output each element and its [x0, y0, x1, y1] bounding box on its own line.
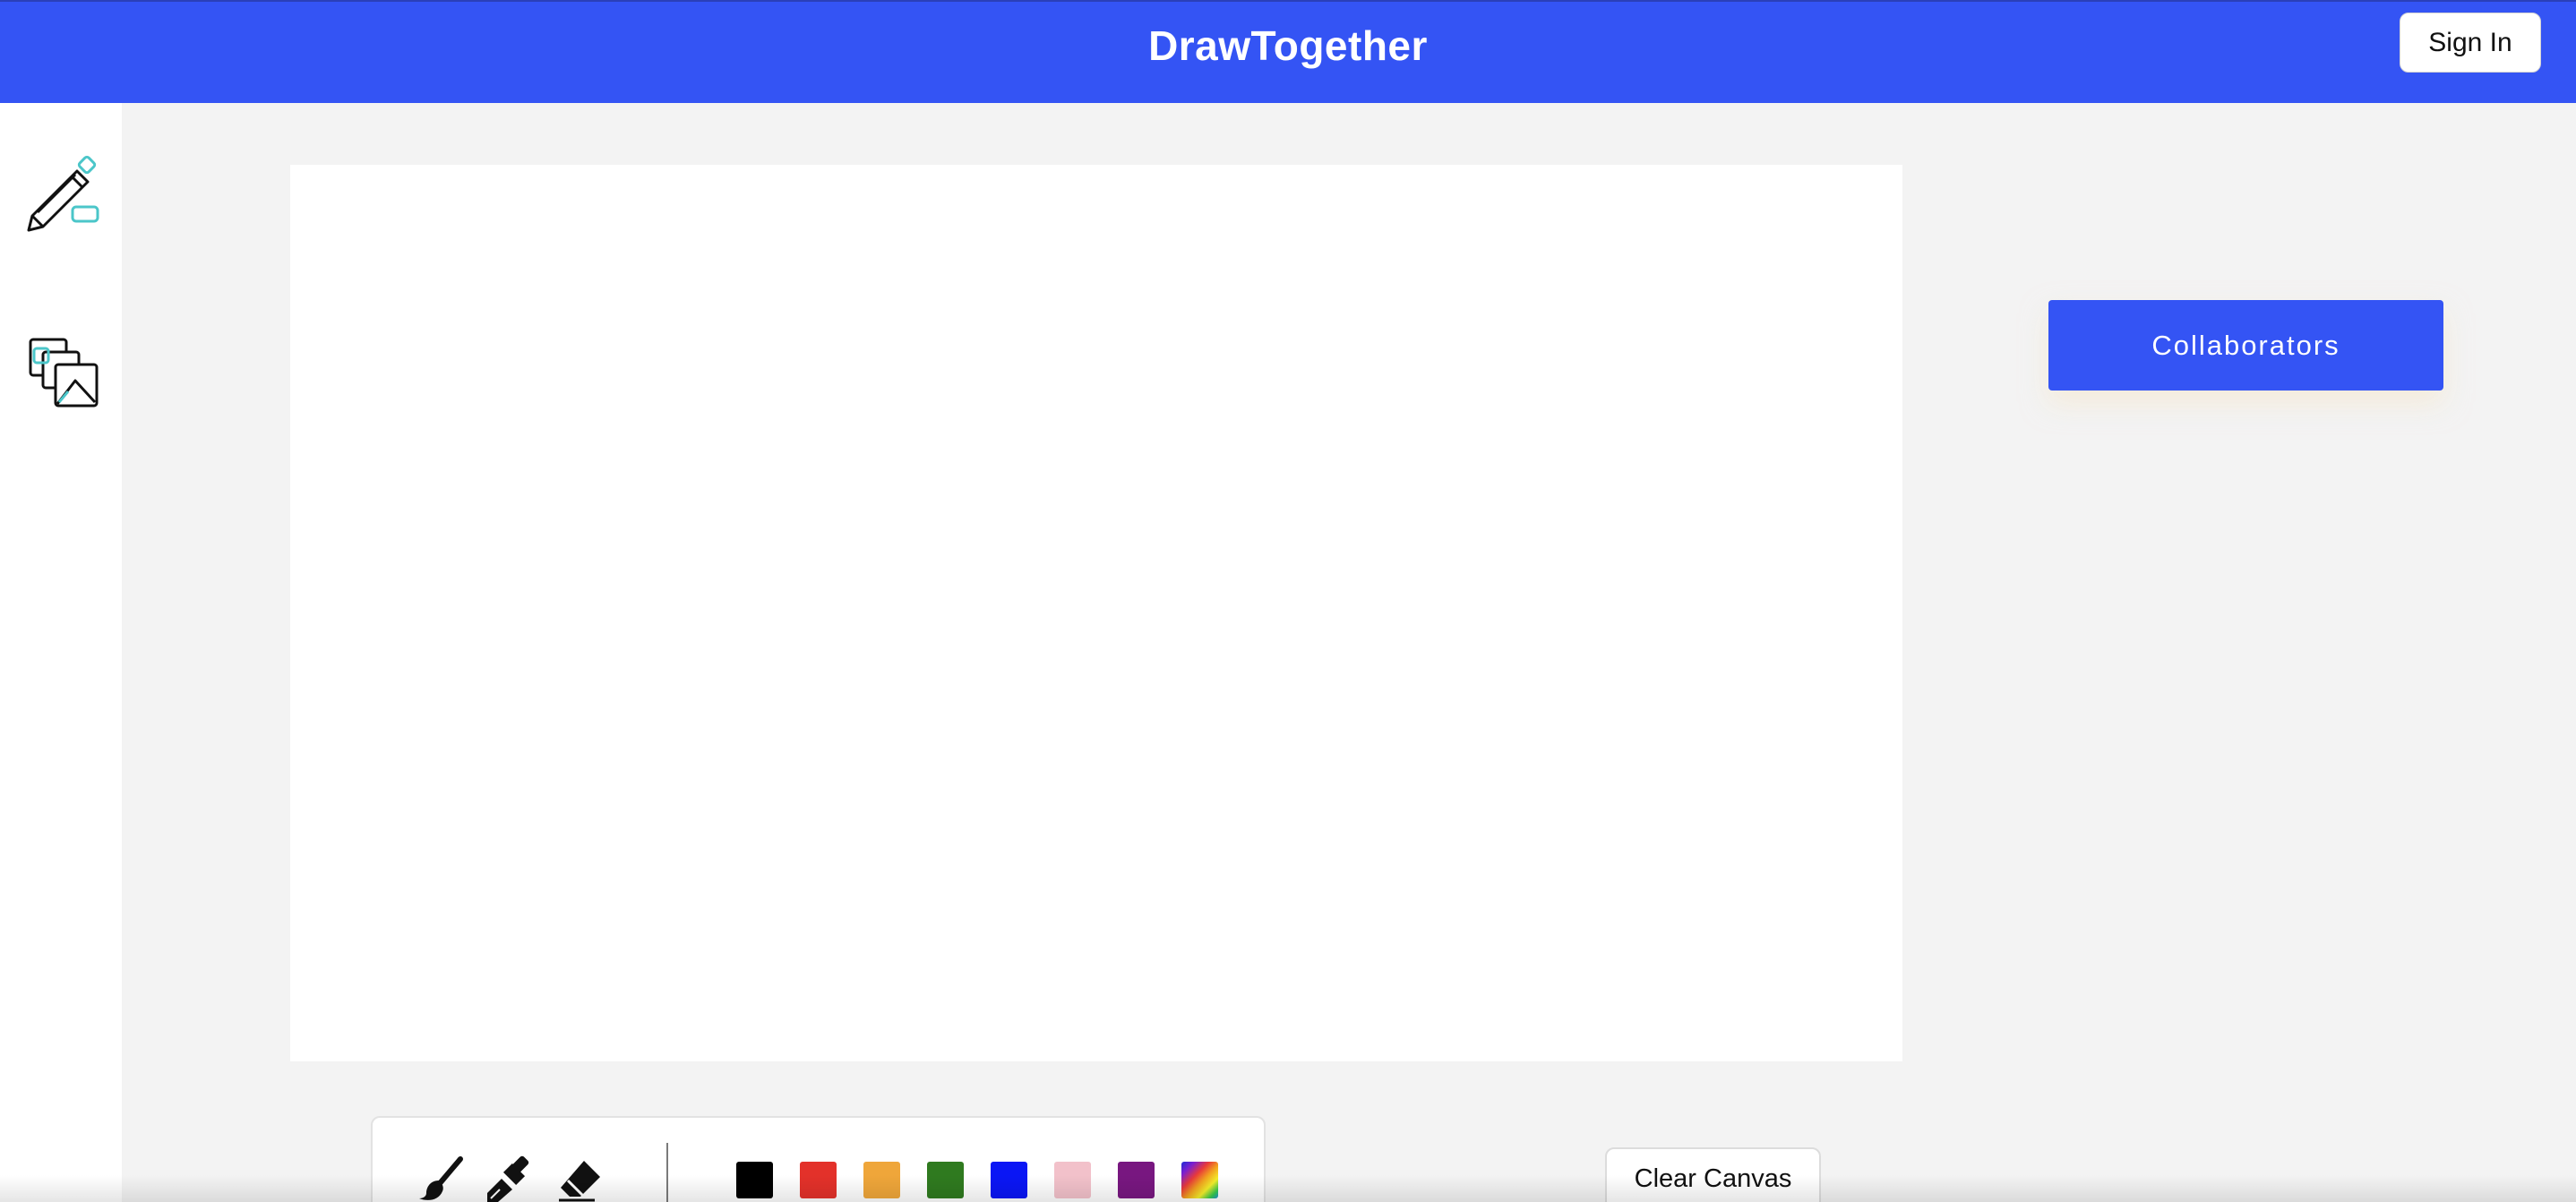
clear-canvas-button[interactable]: Clear Canvas: [1605, 1147, 1821, 1202]
image-gallery-icon[interactable]: [27, 336, 102, 411]
color-swatch-rainbow[interactable]: [1181, 1162, 1218, 1198]
drawing-canvas[interactable]: [290, 165, 1902, 1061]
color-swatch-pink[interactable]: [1054, 1162, 1091, 1198]
collaborators-button[interactable]: Collaborators: [2048, 300, 2443, 391]
paintbrush-icon[interactable]: [416, 1154, 466, 1202]
color-swatch-blue[interactable]: [991, 1162, 1027, 1198]
toolbar-divider: [666, 1143, 668, 1202]
drawing-toolbar: [371, 1116, 1266, 1202]
broad-brush-icon[interactable]: [485, 1154, 536, 1202]
sign-in-button[interactable]: Sign In: [2400, 13, 2541, 73]
color-swatch-black[interactable]: [736, 1162, 773, 1198]
color-swatch-red[interactable]: [800, 1162, 837, 1198]
top-header-bar: DrawTogether Sign In: [0, 0, 2576, 103]
left-sidebar: [0, 103, 122, 1202]
color-swatch-green[interactable]: [927, 1162, 964, 1198]
color-swatch-orange[interactable]: [863, 1162, 900, 1198]
color-swatch-purple[interactable]: [1118, 1162, 1155, 1198]
app-title: DrawTogether: [1148, 22, 1428, 69]
pencil-shapes-icon[interactable]: [23, 155, 104, 236]
eraser-icon[interactable]: [555, 1154, 605, 1202]
drawtogether-app: DrawTogether Sign In Collaborators Clear…: [0, 0, 2576, 1202]
